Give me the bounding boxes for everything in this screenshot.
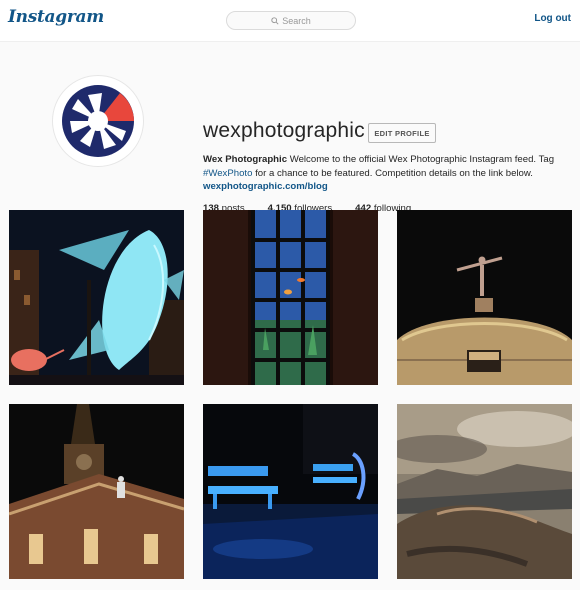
bio-full-name: Wex Photographic xyxy=(203,154,288,165)
logout-link[interactable]: Log out xyxy=(534,13,571,24)
photo-tile[interactable] xyxy=(203,404,378,579)
top-bar: Instagram Search Log out xyxy=(0,0,580,42)
bio-text-continued: for a chance to be featured. Competition… xyxy=(252,168,533,179)
photo-tile[interactable] xyxy=(9,404,184,579)
search-icon xyxy=(271,16,279,25)
avatar[interactable] xyxy=(52,75,144,167)
search-box[interactable]: Search xyxy=(226,11,356,30)
website-link[interactable]: wexphotographic.com/blog xyxy=(203,181,328,192)
search-placeholder: Search xyxy=(282,15,311,26)
photo-tile[interactable] xyxy=(9,210,184,385)
edit-profile-button[interactable]: EDIT PROFILE xyxy=(368,123,436,143)
photo-clock-tower xyxy=(9,404,184,579)
bio-hashtag-link[interactable]: #WexPhoto xyxy=(203,168,252,179)
photo-blue-benches xyxy=(203,404,378,579)
profile-header: wexphotographic EDIT PROFILE Wex Photogr… xyxy=(0,42,580,214)
photo-window-aquarium xyxy=(203,210,378,385)
photo-tile[interactable] xyxy=(397,404,572,579)
aperture-logo xyxy=(59,82,137,160)
bio-text: Welcome to the official Wex Photographic… xyxy=(287,154,555,165)
profile-bio: Wex Photographic Welcome to the official… xyxy=(203,153,573,181)
photo-tile[interactable] xyxy=(203,210,378,385)
photo-whale-lanterns xyxy=(9,210,184,385)
instagram-logo[interactable]: Instagram xyxy=(8,7,104,27)
photo-statue-building xyxy=(397,210,572,385)
photo-mountain-landscape xyxy=(397,404,572,579)
photo-grid xyxy=(9,210,572,590)
profile-username: wexphotographic xyxy=(203,119,365,142)
photo-tile[interactable] xyxy=(397,210,572,385)
